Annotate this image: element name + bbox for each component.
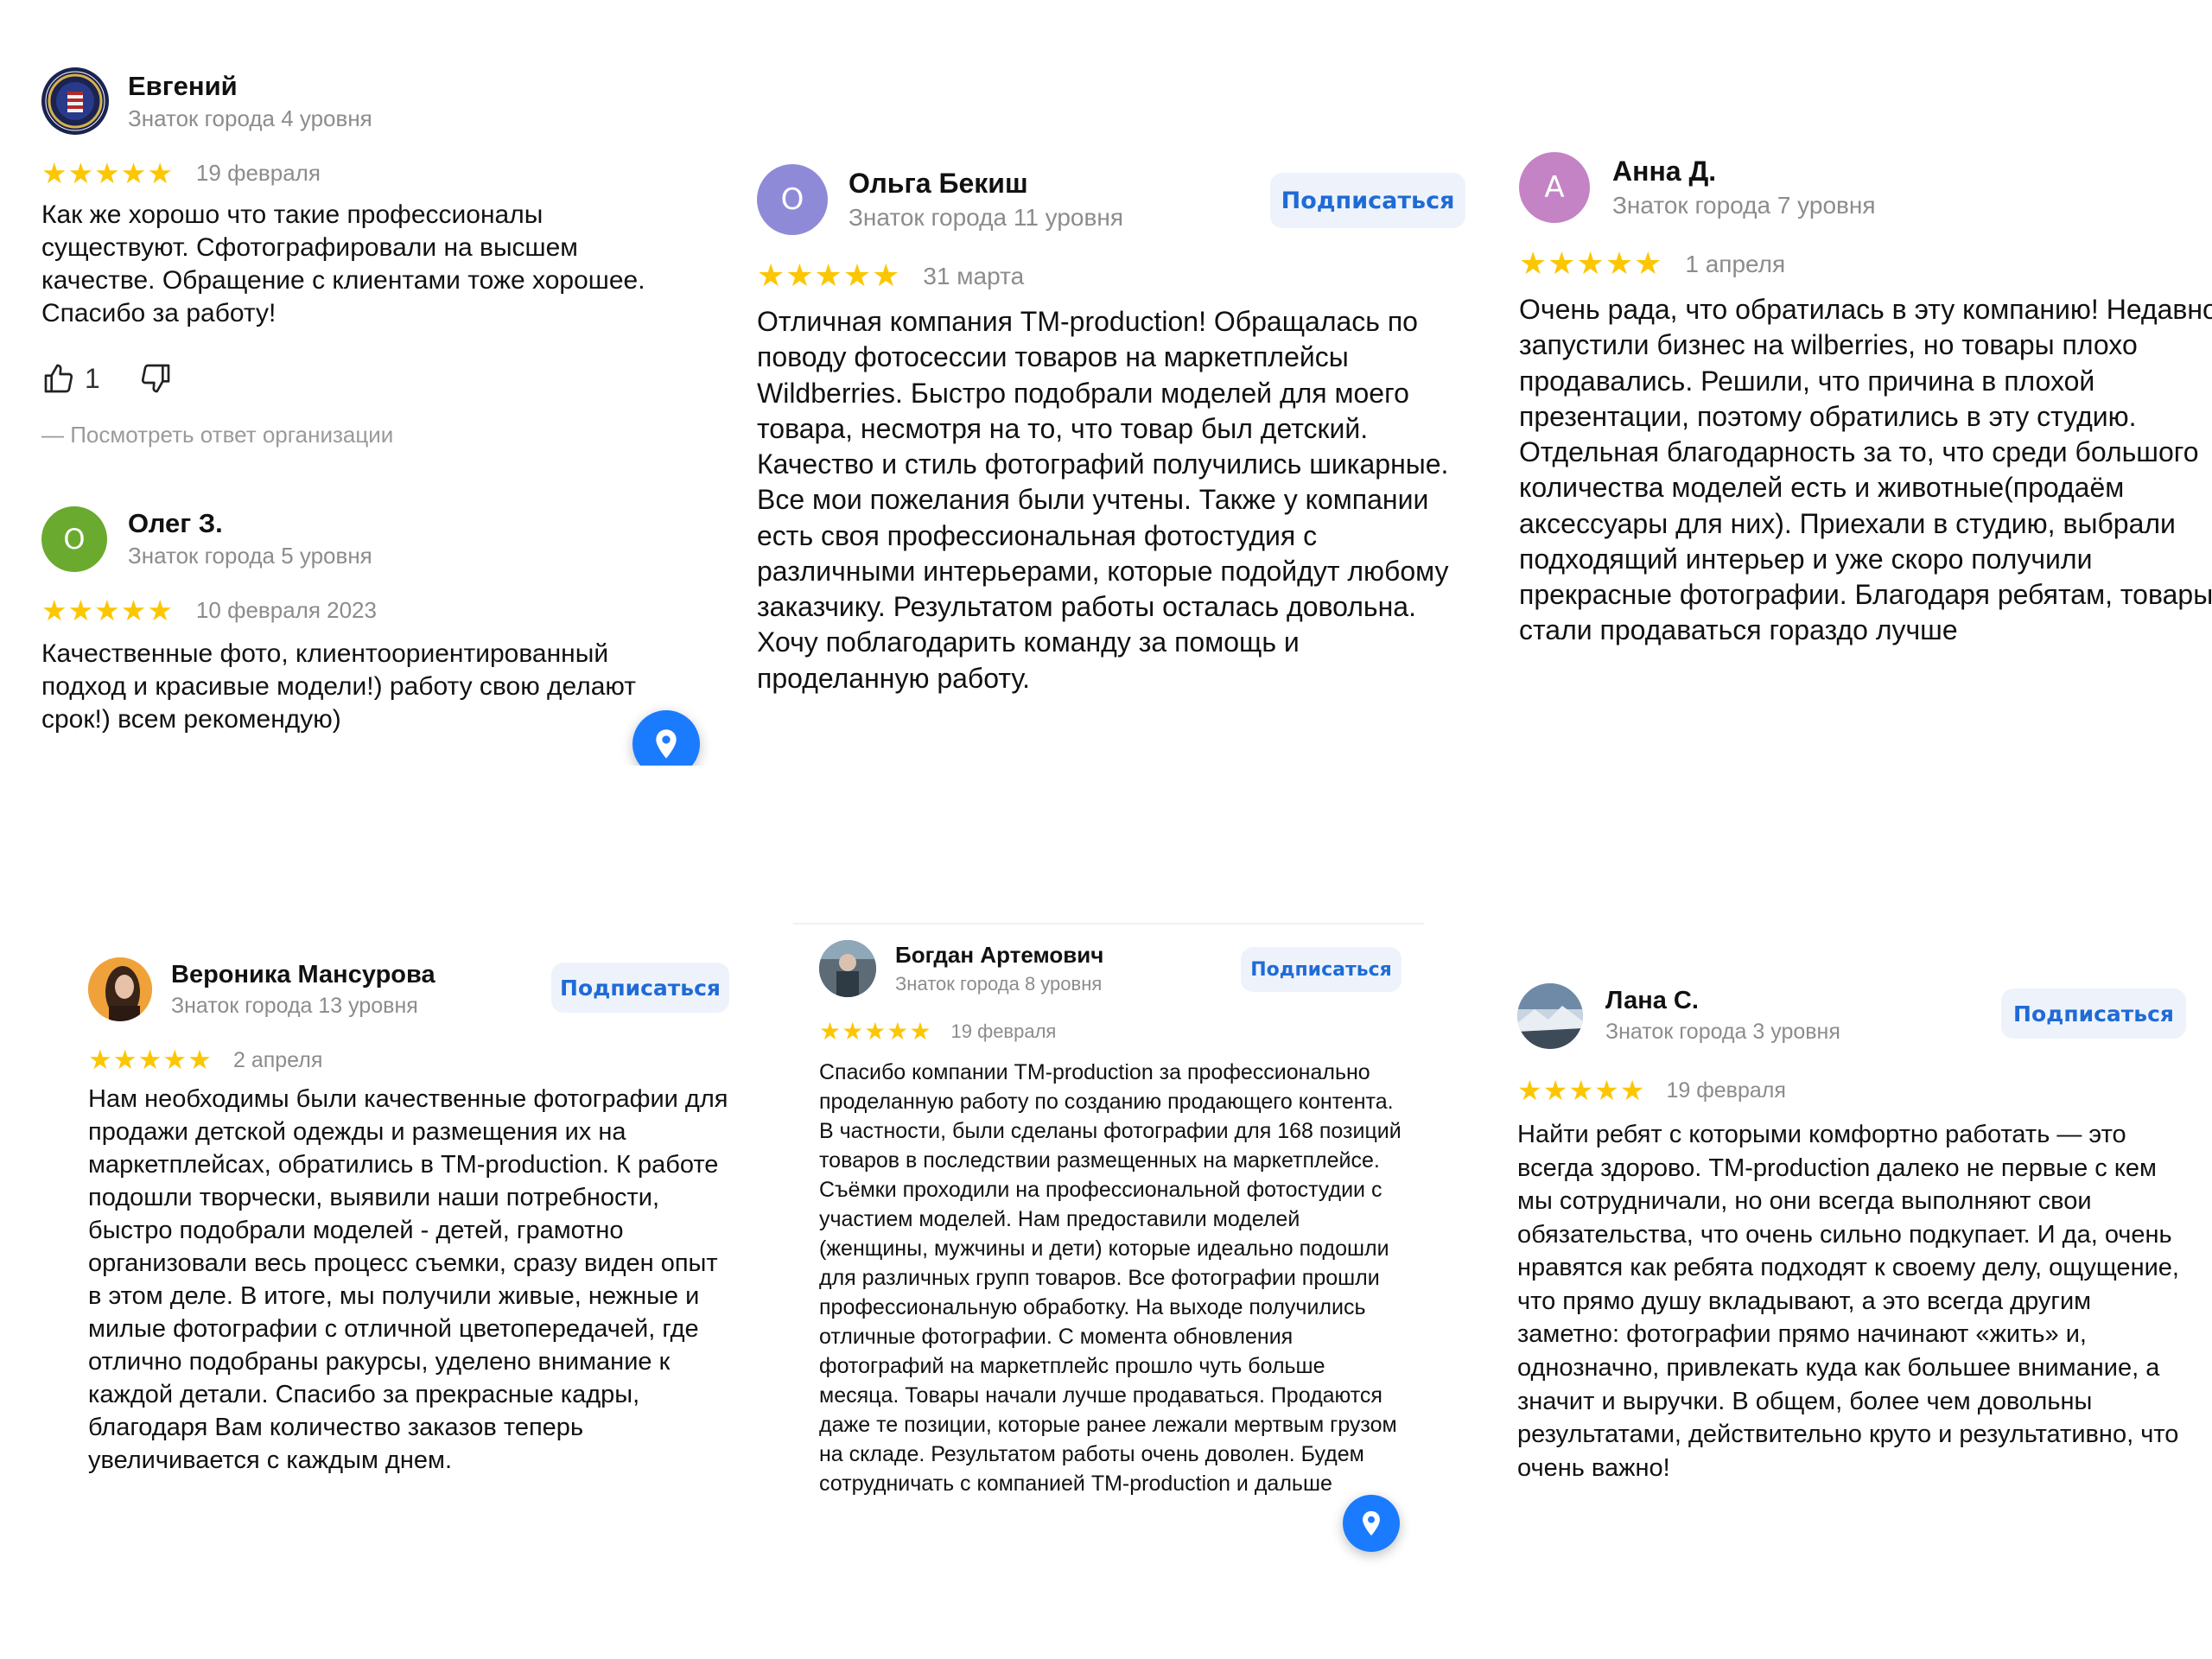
avatar[interactable] (88, 957, 152, 1021)
rating-row: ★★★★★ 19 февраля (819, 1020, 1056, 1044)
view-org-reply-link[interactable]: — Посмотреть ответ организации (41, 422, 393, 448)
reviewer-level: Знаток города 5 уровня (128, 543, 372, 569)
like-icon (44, 364, 73, 393)
rating-row: ★★★★★ 10 февраля 2023 (41, 596, 377, 625)
rating-row: ★★★★★ 19 февраля (1517, 1077, 1786, 1104)
crop-mask (605, 766, 726, 817)
portrait-avatar (88, 957, 152, 1021)
reviewer-name[interactable]: Вероника Мансурова (171, 961, 435, 989)
subscribe-button[interactable]: Подписаться (1241, 947, 1402, 992)
review-date: 19 февраля (1666, 1077, 1786, 1103)
photo-avatar (819, 940, 876, 997)
review-date: 31 марта (923, 263, 1025, 289)
review-card-lana: Лана С. Знаток города 3 уровня Подписать… (1517, 983, 2209, 1536)
avatar[interactable] (1517, 983, 1583, 1049)
rating-stars: ★★★★★ (757, 258, 901, 294)
reviewer-name[interactable]: Евгений (128, 71, 238, 102)
subscribe-button[interactable]: Подписаться (551, 963, 729, 1013)
like-count: 1 (85, 362, 100, 394)
review-card-anna: А Анна Д. Знаток города 7 уровня ★★★★★ 1… (1519, 152, 2212, 705)
subscribe-button[interactable]: Подписаться (2001, 988, 2186, 1039)
dislike-button[interactable] (138, 361, 173, 396)
review-date: 2 апреля (232, 1048, 323, 1072)
review-date: 19 февраля (950, 1020, 1057, 1042)
map-pin-button[interactable] (1343, 1495, 1400, 1552)
reviewer-level: Знаток города 11 уровня (849, 204, 1124, 231)
review-text: Как же хорошо что такие профессионалы су… (41, 200, 645, 328)
map-pin-icon (656, 729, 677, 759)
like-button[interactable]: 1 (41, 361, 100, 396)
review-text: Нам необходимы были качественные фотогра… (88, 1085, 728, 1474)
reviewer-name[interactable]: Богдан Артемович (895, 942, 1103, 969)
review-text: Отличная компания ТМ-production! Обращал… (757, 306, 1449, 694)
avatar[interactable]: О (757, 164, 828, 235)
reviewer-name[interactable]: Ольга Бекиш (849, 168, 1028, 200)
rating-stars: ★★★★★ (41, 594, 174, 627)
review-text: Качественные фото, клиентоориентированны… (41, 639, 637, 734)
review-date: 19 февраля (195, 160, 321, 186)
reviewer-name[interactable]: Олег З. (128, 508, 223, 539)
review-card-oleg: О Олег З. Знаток города 5 уровня ★★★★★ 1… (41, 506, 715, 766)
fbi-seal-avatar (42, 68, 108, 134)
review-card-veronika: Вероника Мансурова Знаток города 13 уров… (88, 957, 745, 1476)
reviewer-level: Знаток города 8 уровня (895, 973, 1103, 995)
avatar[interactable]: А (1519, 152, 1590, 223)
rating-row: ★★★★★ 1 апреля (1519, 249, 1785, 280)
review-date: 10 февраля 2023 (195, 597, 377, 623)
rating-stars: ★★★★★ (819, 1017, 932, 1046)
review-card-olga: О Ольга Бекиш Знаток города 11 уровня По… (757, 164, 1465, 717)
subscribe-button[interactable]: Подписаться (1270, 173, 1465, 228)
review-text: Найти ребят с которыми комфортно работат… (1517, 1121, 2179, 1482)
reviewer-name[interactable]: Анна Д. (1612, 156, 1716, 188)
dislike-icon (141, 364, 170, 393)
review-card-bogdan: Богдан Артемович Знаток города 8 уровня … (793, 923, 1424, 1564)
reviewer-level: Знаток города 3 уровня (1605, 1020, 1840, 1044)
rating-stars: ★★★★★ (88, 1045, 213, 1076)
reviewer-level: Знаток города 7 уровня (1612, 192, 1876, 219)
landscape-avatar (1517, 983, 1583, 1049)
map-pin-icon (1363, 1510, 1380, 1536)
rating-stars: ★★★★★ (1517, 1074, 1646, 1107)
avatar-letter: О (780, 182, 804, 217)
avatar[interactable] (819, 940, 876, 997)
review-text: Очень рада, что обратилась в эту компани… (1519, 294, 2212, 646)
rating-stars: ★★★★★ (41, 156, 174, 190)
rating-row: ★★★★★ 31 марта (757, 261, 1024, 292)
review-text: Спасибо компании ТМ-production за профес… (819, 1060, 1402, 1496)
reviewer-level: Знаток города 13 уровня (171, 994, 418, 1018)
avatar[interactable] (41, 67, 109, 135)
reviewer-name[interactable]: Лана С. (1605, 987, 1699, 1015)
rating-stars: ★★★★★ (1519, 246, 1663, 282)
avatar[interactable]: О (41, 506, 107, 572)
avatar-letter: О (63, 523, 86, 556)
rating-row: ★★★★★ 2 апреля (88, 1047, 322, 1074)
avatar-letter: А (1544, 170, 1565, 205)
reviewer-level: Знаток города 4 уровня (128, 105, 372, 131)
review-card-evgeniy: Евгений Знаток города 4 уровня ★★★★★ 19 … (41, 67, 698, 465)
rating-row: ★★★★★ 19 февраля (41, 159, 321, 188)
review-date: 1 апреля (1685, 251, 1786, 277)
